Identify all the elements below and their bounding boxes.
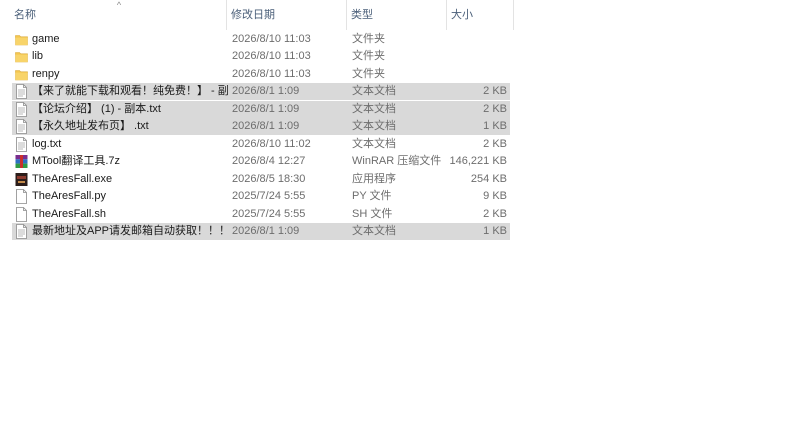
column-header-bar: 名称 ^ 修改日期 类型 大小: [0, 0, 514, 30]
file-row[interactable]: TheAresFall.sh 2025/7/24 5:55 SH 文件 2 KB: [12, 206, 510, 223]
file-type: 文件夹: [352, 33, 385, 45]
file-name: 【永久地址发布页】 .txt: [32, 120, 149, 133]
file-modified-date: 2026/8/5 18:30: [232, 172, 306, 185]
file-row[interactable]: log.txt 2026/8/10 11:02 文本文档 2 KB: [12, 136, 510, 153]
column-header-type[interactable]: 类型: [346, 0, 446, 30]
file-name: log.txt: [32, 137, 62, 150]
column-header-end-divider: [513, 0, 514, 30]
file-type: 文本文档: [352, 85, 396, 98]
file-type: 应用程序: [352, 172, 396, 185]
file-name: game: [32, 33, 60, 45]
file-size: 2 KB: [483, 85, 507, 98]
file-name: lib: [32, 50, 44, 63]
column-header-type-label: 类型: [351, 9, 373, 21]
file-type: PY 文件: [352, 190, 392, 203]
file-size: 2 KB: [483, 102, 507, 115]
text-file-icon: [15, 101, 28, 117]
blank-file-icon: [15, 206, 28, 222]
folder-icon: [15, 67, 28, 82]
file-name: TheAresFall.py: [32, 190, 106, 203]
file-size: 146,221 KB: [449, 155, 508, 168]
folder-icon: [15, 32, 28, 47]
file-row[interactable]: TheAresFall.py 2025/7/24 5:55 PY 文件 9 KB: [12, 188, 510, 205]
file-type: 文本文档: [352, 102, 396, 115]
file-size: 1 KB: [483, 120, 507, 133]
file-type: 文本文档: [352, 137, 396, 150]
file-row[interactable]: game 2026/8/10 11:03 文件夹: [12, 31, 510, 48]
file-row[interactable]: MTool翻译工具.7z 2026/8/4 12:27 WinRAR 压缩文件 146…: [12, 153, 510, 170]
file-size: 1 KB: [483, 224, 507, 237]
folder-icon: [15, 49, 28, 64]
file-row[interactable]: TheAresFall.exe 2026/8/5 18:30 应用程序 254 KB: [12, 171, 510, 188]
file-modified-date: 2026/8/1 1:09: [232, 120, 300, 133]
file-type: 文本文档: [352, 120, 396, 133]
file-name: 【来了就能下载和观看！纯免费！】 - 副…: [32, 85, 228, 98]
file-modified-date: 2026/8/10 11:03: [232, 33, 311, 45]
column-header-name-label: 名称: [14, 9, 36, 21]
text-file-icon: [15, 136, 28, 152]
file-row[interactable]: 【永久地址发布页】 .txt 2026/8/1 1:09 文本文档 1 KB: [12, 118, 510, 136]
file-modified-date: 2025/7/24 5:55: [232, 207, 306, 220]
file-row[interactable]: 【论坛介绍】 (1) - 副本.txt 2026/8/1 1:09 文本文档 2 KB: [12, 100, 510, 118]
column-header-date-label: 修改日期: [231, 9, 275, 21]
file-name: 最新地址及APP请发邮箱自动获取！！！...: [32, 224, 228, 237]
file-modified-date: 2025/7/24 5:55: [232, 190, 306, 203]
file-modified-date: 2026/8/1 1:09: [232, 85, 300, 98]
file-name: 【论坛介绍】 (1) - 副本.txt: [32, 102, 161, 115]
column-header-size[interactable]: 大小: [446, 0, 514, 30]
sort-ascending-icon: ^: [116, 0, 122, 10]
file-name: MTool翻译工具.7z: [32, 155, 121, 168]
file-type: 文本文档: [352, 224, 396, 237]
file-row[interactable]: renpy 2026/8/10 11:03 文件夹: [12, 66, 510, 83]
blank-file-icon: [15, 189, 28, 204]
file-modified-date: 2026/8/1 1:09: [232, 102, 300, 115]
file-name: renpy: [32, 67, 60, 80]
file-type: SH 文件: [352, 207, 393, 220]
file-type: WinRAR 压缩文件: [352, 155, 442, 168]
winrar-archive-icon: [15, 154, 28, 169]
text-file-icon: [15, 84, 28, 100]
file-type: 文件夹: [352, 50, 385, 63]
text-file-icon: [15, 224, 28, 239]
file-size: 9 KB: [483, 190, 507, 203]
file-modified-date: 2026/8/10 11:03: [232, 67, 311, 80]
file-row[interactable]: 【来了就能下载和观看！纯免费！】 - 副… 2026/8/1 1:09 文本文档 2 …: [12, 83, 510, 101]
file-type: 文件夹: [352, 67, 385, 80]
file-size: 2 KB: [483, 137, 507, 150]
column-header-size-label: 大小: [451, 9, 473, 21]
file-name: TheAresFall.exe: [32, 172, 113, 185]
text-file-icon: [15, 119, 28, 135]
file-modified-date: 2026/8/4 12:27: [232, 155, 306, 168]
application-icon: [15, 172, 28, 187]
file-modified-date: 2026/8/10 11:03: [232, 50, 311, 63]
file-row[interactable]: lib 2026/8/10 11:03 文件夹: [12, 48, 510, 65]
column-header-date[interactable]: 修改日期: [226, 0, 346, 30]
file-row[interactable]: 最新地址及APP请发邮箱自动获取！！！... 2026/8/1 1:09 文本文档 1…: [12, 222, 510, 240]
file-name: TheAresFall.sh: [32, 207, 106, 220]
file-size: 254 KB: [470, 172, 507, 185]
file-modified-date: 2026/8/10 11:02: [232, 137, 311, 150]
file-size: 2 KB: [483, 207, 507, 220]
file-modified-date: 2026/8/1 1:09: [232, 224, 300, 237]
